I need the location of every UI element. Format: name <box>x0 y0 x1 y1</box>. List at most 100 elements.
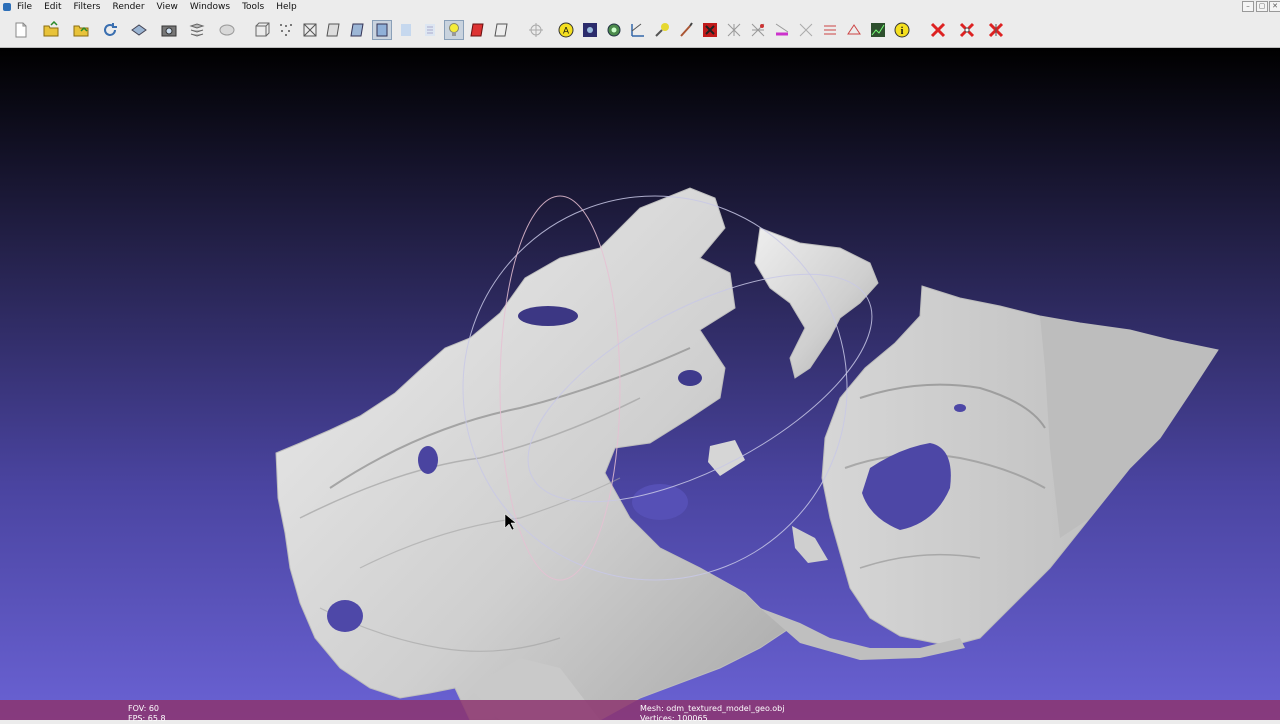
folder-open-icon <box>43 21 59 37</box>
select-rect-icon <box>775 23 789 36</box>
z-painting-button[interactable] <box>677 21 695 39</box>
delete-all-button[interactable] <box>987 21 1005 39</box>
fov-readout: FOV: 60 <box>128 704 159 713</box>
align-icon <box>631 23 644 37</box>
info-icon: i <box>894 22 910 38</box>
delete-faces-icon <box>930 22 946 38</box>
points-icon <box>280 24 292 36</box>
delete-vertices-button[interactable] <box>958 21 976 39</box>
flat-icon <box>376 23 388 37</box>
histogram-icon <box>871 23 885 37</box>
quality-mapper-button[interactable] <box>821 21 839 39</box>
delete-faces-button[interactable] <box>929 21 947 39</box>
hidden-lines-icon <box>326 23 340 37</box>
brush-icon <box>680 22 693 37</box>
select-faces-icon <box>703 23 717 37</box>
measure-icon <box>583 23 597 37</box>
quality-histogram-button[interactable] <box>869 21 887 39</box>
reload-icon <box>104 23 117 36</box>
menu-bar: File Edit Filters Render View Windows To… <box>0 0 1280 13</box>
doublesided-icon <box>494 23 508 37</box>
export-mesh-button[interactable] <box>130 21 148 39</box>
points-button[interactable] <box>277 21 295 39</box>
flat-button[interactable] <box>372 20 392 40</box>
box-icon <box>255 22 270 37</box>
texture-button[interactable] <box>421 21 439 39</box>
new-file-icon <box>15 22 27 38</box>
mesh-name: Mesh: odm_textured_model_geo.obj <box>640 704 785 713</box>
texture-icon <box>425 24 435 36</box>
measure-tool-button[interactable] <box>581 21 599 39</box>
mesh-scene <box>275 187 1219 720</box>
select-vertices-rect-icon <box>799 23 813 37</box>
camera-icon <box>161 25 177 37</box>
paint-icon <box>655 23 669 37</box>
doublesided-button[interactable] <box>493 21 511 39</box>
backface-icon <box>470 23 484 37</box>
globe-icon <box>219 24 235 36</box>
crosshair-icon <box>529 23 543 37</box>
flat-lines-icon <box>350 23 364 37</box>
minimize-button[interactable]: – <box>1242 1 1254 12</box>
restore-button[interactable]: ▢ <box>1256 1 1268 12</box>
light-button[interactable] <box>444 20 464 40</box>
layers-icon <box>189 23 205 37</box>
smooth-button[interactable] <box>397 21 415 39</box>
select-vertices-icon <box>727 23 741 37</box>
wireframe-button[interactable] <box>301 21 319 39</box>
delete-all-icon <box>988 22 1004 38</box>
rotate-icon <box>607 23 621 37</box>
svg-text:A: A <box>563 26 569 36</box>
wireframe-icon <box>303 23 317 37</box>
new-project-button[interactable] <box>12 21 30 39</box>
align-button[interactable] <box>629 21 647 39</box>
open-project-button[interactable] <box>42 21 60 39</box>
select-faces-button[interactable] <box>701 21 719 39</box>
vertex-count: Vertices: 100065 <box>640 714 708 723</box>
select-border-icon <box>847 24 861 35</box>
snapshot-button[interactable] <box>160 21 178 39</box>
menu-windows[interactable]: Windows <box>190 2 230 12</box>
export-icon <box>131 24 147 36</box>
layers-button[interactable] <box>188 21 206 39</box>
info-button[interactable]: i <box>893 21 911 39</box>
close-button[interactable]: ✕ <box>1269 1 1280 12</box>
menu-help[interactable]: Help <box>276 2 297 12</box>
light-bulb-icon <box>449 23 459 36</box>
annotations-button[interactable]: A <box>557 21 575 39</box>
3d-viewport[interactable] <box>0 48 1280 720</box>
menu-render[interactable]: Render <box>112 2 144 12</box>
select-vertices-button[interactable] <box>725 21 743 39</box>
menu-file[interactable]: File <box>17 2 32 12</box>
menu-edit[interactable]: Edit <box>44 2 61 12</box>
pick-points-button[interactable] <box>527 21 545 39</box>
smooth-icon <box>401 24 411 36</box>
select-border-button[interactable] <box>845 21 863 39</box>
hidden-lines-button[interactable] <box>325 21 343 39</box>
select-connected-button[interactable] <box>749 21 767 39</box>
select-vertices-rect-button[interactable] <box>797 21 815 39</box>
quality-icon <box>824 25 836 35</box>
status-bar: FOV: 60 FPS: 65.8 Mesh: odm_textured_mod… <box>0 700 1280 723</box>
import-mesh-button[interactable] <box>72 21 90 39</box>
flat-lines-button[interactable] <box>349 21 367 39</box>
folder-icon <box>73 25 89 37</box>
app-icon <box>3 2 11 11</box>
global-view-button[interactable] <box>218 21 236 39</box>
toolbar: A i <box>0 13 1280 48</box>
svg-text:i: i <box>901 26 904 37</box>
reload-button[interactable] <box>101 21 119 39</box>
rotate-selection-button[interactable] <box>605 21 623 39</box>
select-connected-icon <box>751 23 765 37</box>
menu-view[interactable]: View <box>157 2 178 12</box>
delete-vertices-icon <box>959 22 975 38</box>
menu-filters[interactable]: Filters <box>74 2 101 12</box>
backface-button[interactable] <box>469 21 487 39</box>
bounding-box-button[interactable] <box>253 21 271 39</box>
mesh-right <box>821 285 1219 647</box>
paint-button[interactable] <box>653 21 671 39</box>
select-faces-rect-button[interactable] <box>773 21 791 39</box>
annotation-icon: A <box>558 22 574 38</box>
menu-tools[interactable]: Tools <box>242 2 264 12</box>
fps-readout: FPS: 65.8 <box>128 714 166 723</box>
